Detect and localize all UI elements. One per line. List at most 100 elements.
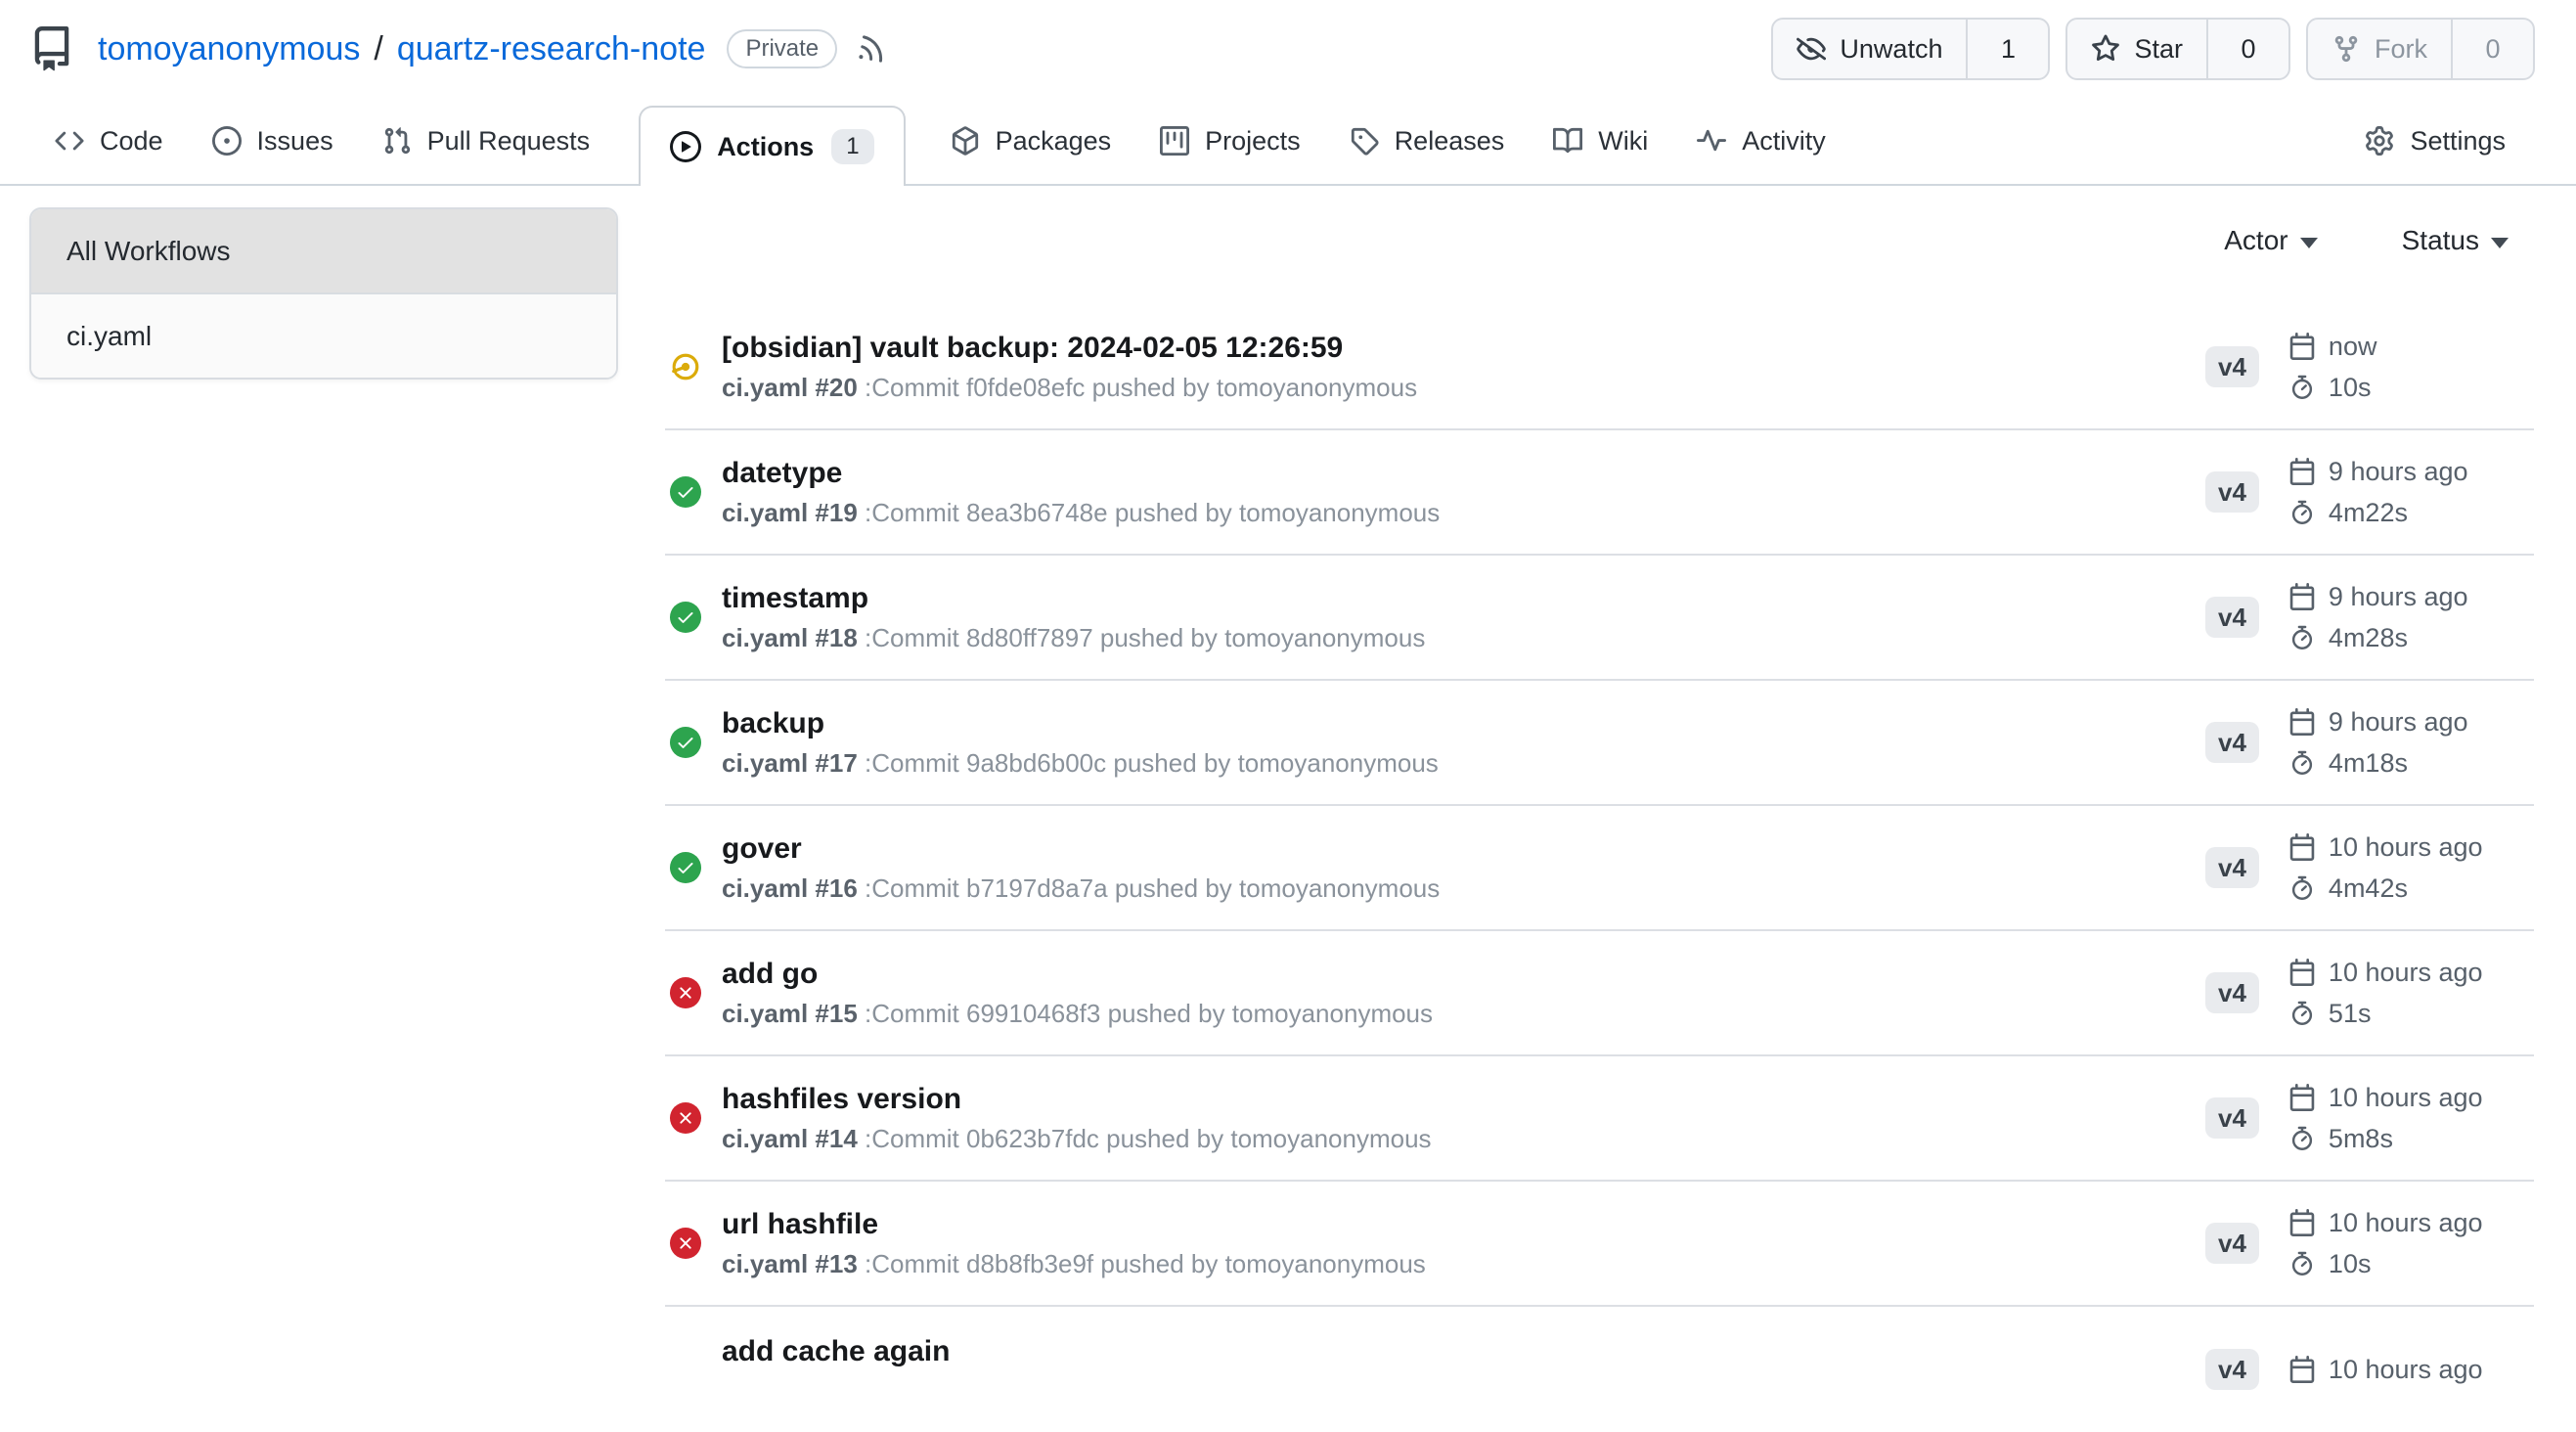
watchers-count[interactable]: 1 (1966, 20, 2048, 78)
workflow-run-row[interactable]: add goci.yaml #15 :Commit 69910468f3 pus… (665, 931, 2534, 1056)
run-start-time: now (2288, 332, 2377, 362)
run-title-link[interactable]: timestamp (722, 581, 2205, 616)
tab-label: Pull Requests (427, 126, 591, 157)
runner-version-badge: v4 (2205, 722, 2259, 763)
run-subtitle: ci.yaml #19 :Commit 8ea3b6748e pushed by… (722, 498, 2205, 528)
run-time-label: 10 hours ago (2329, 958, 2483, 988)
run-start-time: 10 hours ago (2288, 832, 2483, 863)
run-duration: 10s (2288, 1249, 2483, 1279)
status-filter-label: Status (2402, 225, 2479, 256)
run-workflow-ref: ci.yaml #17 (722, 748, 858, 778)
fork-label: Fork (2375, 34, 2427, 65)
run-duration-label: 51s (2329, 999, 2372, 1029)
play-circle-icon (670, 131, 701, 162)
run-text-block: add cache again (722, 1334, 2205, 1406)
runner-version-badge: v4 (2205, 1349, 2259, 1390)
run-timing: 9 hours ago4m18s (2288, 707, 2468, 779)
tab-issues[interactable]: Issues (212, 126, 333, 157)
tab-packages[interactable]: Packages (951, 126, 1112, 157)
calendar-icon (2288, 1084, 2316, 1111)
tab-code[interactable]: Code (55, 126, 163, 157)
actor-filter-dropdown[interactable]: Actor (2224, 225, 2317, 256)
workflow-run-row[interactable]: add cache againv4 10 hours ago (665, 1307, 2534, 1432)
run-duration: 4m42s (2288, 873, 2483, 904)
run-title-link[interactable]: gover (722, 831, 2205, 867)
workflow-run-row[interactable]: backup ci.yaml #17 :Commit 9a8bd6b00c pus… (665, 681, 2534, 806)
repo-header: tomoyanonymous / quartz-research-note Pr… (0, 0, 2576, 98)
rss-feed-icon[interactable] (857, 33, 888, 65)
run-commit-description: :Commit b7197d8a7a pushed by tomoyanonym… (858, 873, 1440, 903)
sidebar-item-all-workflows[interactable]: All Workflows (31, 209, 616, 294)
status-filter-dropdown[interactable]: Status (2402, 225, 2509, 256)
failure-x-icon (670, 1102, 701, 1134)
runs-filters: Actor Status (665, 186, 2534, 256)
tab-projects[interactable]: Projects (1160, 126, 1301, 157)
tab-activity[interactable]: Activity (1697, 126, 1826, 157)
fork-button[interactable]: Fork 0 (2306, 18, 2535, 80)
gear-icon (2365, 126, 2394, 156)
unwatch-button[interactable]: Unwatch 1 (1771, 18, 2050, 80)
actions-page-content: All Workflows ci.yaml Actor Status [obsi… (0, 186, 2576, 1356)
visibility-badge: Private (727, 29, 837, 68)
run-workflow-ref: ci.yaml #14 (722, 1124, 858, 1153)
failure-x-icon (670, 977, 701, 1008)
run-commit-description: :Commit d8b8fb3e9f pushed by tomoyanonym… (858, 1249, 1426, 1278)
forks-count[interactable]: 0 (2451, 20, 2533, 78)
run-commit-description: :Commit 9a8bd6b00c pushed by tomoyanonym… (858, 748, 1439, 778)
workflow-run-row[interactable]: url hashfileci.yaml #13 :Commit d8b8fb3e… (665, 1182, 2534, 1307)
actor-filter-label: Actor (2224, 225, 2287, 256)
run-text-block: url hashfileci.yaml #13 :Commit d8b8fb3e… (722, 1207, 2205, 1279)
run-title-link[interactable]: backup (722, 706, 2205, 741)
chevron-down-icon (2491, 238, 2509, 248)
stopwatch-icon (2288, 624, 2316, 651)
run-time-label: 10 hours ago (2329, 832, 2483, 863)
tab-label: Projects (1205, 126, 1301, 157)
runner-version-badge: v4 (2205, 471, 2259, 513)
repo-name-link[interactable]: quartz-research-note (397, 30, 706, 68)
run-title-link[interactable]: add cache again (722, 1334, 2205, 1369)
run-time-label: 9 hours ago (2329, 457, 2468, 487)
breadcrumb-separator: / (374, 30, 382, 68)
workflow-run-row[interactable]: timestamp ci.yaml #18 :Commit 8d80ff7897 … (665, 556, 2534, 681)
success-check-icon (670, 727, 701, 758)
stopwatch-icon (2288, 874, 2316, 902)
run-title-link[interactable]: datetype (722, 456, 2205, 491)
workflow-run-row[interactable]: datetype ci.yaml #19 :Commit 8ea3b6748e p… (665, 430, 2534, 556)
package-icon (951, 126, 980, 156)
run-start-time: 10 hours ago (2288, 1355, 2483, 1385)
calendar-icon (2288, 458, 2316, 485)
breadcrumb: tomoyanonymous / quartz-research-note (98, 30, 705, 68)
tab-label: Packages (996, 126, 1112, 157)
run-title-link[interactable]: add go (722, 957, 2205, 992)
tab-settings[interactable]: Settings (2365, 126, 2506, 157)
repo-owner-link[interactable]: tomoyanonymous (98, 30, 360, 68)
run-duration: 51s (2288, 999, 2483, 1029)
tab-releases[interactable]: Releases (1350, 126, 1505, 157)
run-commit-description: :Commit 8ea3b6748e pushed by tomoyanonym… (858, 498, 1440, 527)
run-subtitle: ci.yaml #18 :Commit 8d80ff7897 pushed by… (722, 623, 2205, 653)
tab-label: Activity (1742, 126, 1826, 157)
run-timing: 10 hours ago5m8s (2288, 1083, 2483, 1154)
run-commit-description: :Commit 69910468f3 pushed by tomoyanonym… (858, 999, 1433, 1028)
tab-pull-requests[interactable]: Pull Requests (382, 126, 591, 157)
tab-actions[interactable]: Actions 1 (639, 106, 905, 186)
run-title-link[interactable]: hashfiles version (722, 1082, 2205, 1117)
workflow-run-row[interactable]: goverci.yaml #16 :Commit b7197d8a7a push… (665, 806, 2534, 931)
star-button[interactable]: Star 0 (2065, 18, 2290, 80)
sidebar-item-ci-yaml[interactable]: ci.yaml (31, 294, 616, 378)
calendar-icon (2288, 333, 2316, 360)
tab-label: Issues (257, 126, 333, 157)
workflow-run-row[interactable]: [obsidian] vault backup: 2024-02-05 12:2… (665, 305, 2534, 430)
run-text-block: datetype ci.yaml #19 :Commit 8ea3b6748e p… (722, 456, 2205, 528)
tag-icon (1350, 126, 1379, 156)
tab-wiki[interactable]: Wiki (1553, 126, 1648, 157)
run-title-link[interactable]: [obsidian] vault backup: 2024-02-05 12:2… (722, 331, 2205, 366)
run-title-link[interactable]: url hashfile (722, 1207, 2205, 1242)
success-check-icon (670, 476, 701, 508)
calendar-icon (2288, 1209, 2316, 1236)
run-meta-block: v410 hours ago51s (2205, 958, 2534, 1029)
repo-forked-icon (2332, 34, 2361, 64)
run-time-label: 9 hours ago (2329, 582, 2468, 612)
stars-count[interactable]: 0 (2206, 20, 2288, 78)
workflow-run-row[interactable]: hashfiles versionci.yaml #14 :Commit 0b6… (665, 1056, 2534, 1182)
